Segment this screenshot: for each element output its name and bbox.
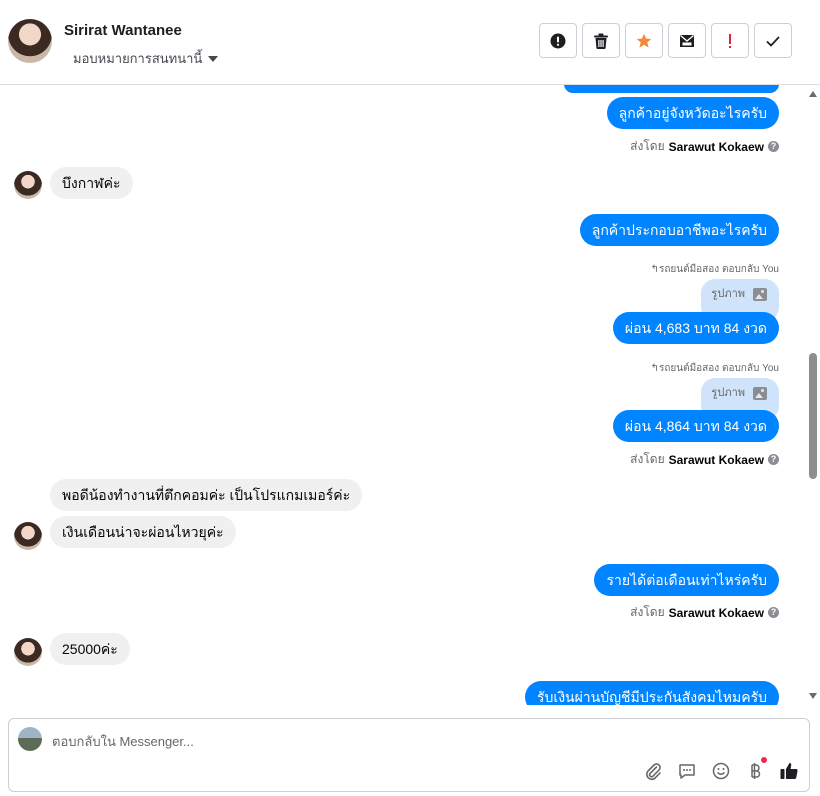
assign-conversation-dropdown[interactable]: มอบหมายการสนทนานี้ [73,48,219,69]
mark-unread-button[interactable] [668,23,706,58]
star-icon [636,33,652,48]
contact-name[interactable]: Sirirat Wantanee [64,22,182,39]
message-bubble-incoming[interactable]: บึงกาฬค่ะ [50,167,133,199]
follow-up-button[interactable] [711,23,749,58]
assign-label: มอบหมายการสนทนานี้ [73,51,203,66]
message-bubble-outgoing[interactable]: ลูกค้าประกอบอาชีพอะไรครับ [579,214,779,246]
sent-by-label: ส่งโดย Sarawut Kokaew ? [630,450,779,469]
mark-done-button[interactable] [754,23,792,58]
exclamation-icon [729,33,731,48]
message-bubble-outgoing[interactable]: ลูกค้าอยู่จังหวัดอะไรครับ [606,97,779,129]
message-bubble-outgoing[interactable]: ผ่อน 4,683 บาท 84 งวด [612,312,779,344]
message-composer [8,718,810,792]
scrollbar-thumb[interactable] [809,353,817,479]
message-bubble-incoming[interactable]: เงินเดือนน่าจะผ่อนไหวยุค่ะ [50,516,236,548]
message-thread[interactable]: ลูกค้าอยู่จังหวัดอะไรครับ ส่งโดย Sarawut… [0,85,820,705]
scroll-down-arrow[interactable] [809,693,817,699]
help-icon[interactable]: ? [768,141,779,152]
page-avatar [18,727,42,751]
conversation-header: Sirirat Wantanee มอบหมายการสนทนานี้ [0,0,820,85]
message-bubble-outgoing [564,85,779,93]
contact-avatar-small [14,171,42,199]
reply-note: ↰รถยนต์มือสอง ตอบกลับ You [650,264,779,275]
alert-circle-icon [550,33,566,48]
message-bubble-outgoing[interactable]: ผ่อน 4,864 บาท 84 งวด [612,410,779,442]
reply-ref-label: รูปภาพ [711,387,745,399]
reply-ref-label: รูปภาพ [711,288,745,300]
conversation-actions [539,23,792,58]
message-bubble-outgoing[interactable]: รับเงินผ่านบัญชีมีประกันสังคมไหมครับ [525,681,779,705]
check-icon [766,35,780,47]
sent-by-label: ส่งโดย Sarawut Kokaew ? [630,603,779,622]
help-icon[interactable]: ? [768,454,779,465]
emoji-icon[interactable] [711,761,731,781]
delete-button[interactable] [582,23,620,58]
help-icon[interactable]: ? [768,607,779,618]
sent-by-label: ส่งโดย Sarawut Kokaew ? [630,137,779,156]
image-icon [753,386,767,400]
message-bubble-outgoing[interactable]: รายได้ต่อเดือนเท่าไหร่ครับ [594,564,779,596]
message-bubble-incoming[interactable]: พอดีน้องทำงานที่ตึกคอมค่ะ เป็นโปรแกมเมอร… [50,479,363,511]
saved-replies-icon[interactable] [677,761,697,781]
caret-down-icon [208,55,219,62]
trash-icon [594,33,608,49]
contact-avatar[interactable] [8,19,52,63]
star-button[interactable] [625,23,663,58]
envelope-icon [680,34,694,47]
message-bubble-incoming[interactable]: 25000ค่ะ [50,633,130,665]
like-thumbs-up-icon[interactable] [779,761,799,781]
spam-report-button[interactable] [539,23,577,58]
scroll-up-arrow[interactable] [809,91,817,97]
baht-payment-icon[interactable] [745,757,767,781]
composer-tools [643,757,799,781]
thread-scrollbar[interactable] [806,85,820,705]
reply-input[interactable] [52,731,752,751]
contact-avatar-small [14,522,42,550]
image-icon [753,287,767,301]
reply-note: ↰รถยนต์มือสอง ตอบกลับ You [650,363,779,374]
notification-dot [761,757,767,763]
contact-avatar-small [14,638,42,666]
attachment-icon[interactable] [643,761,663,781]
